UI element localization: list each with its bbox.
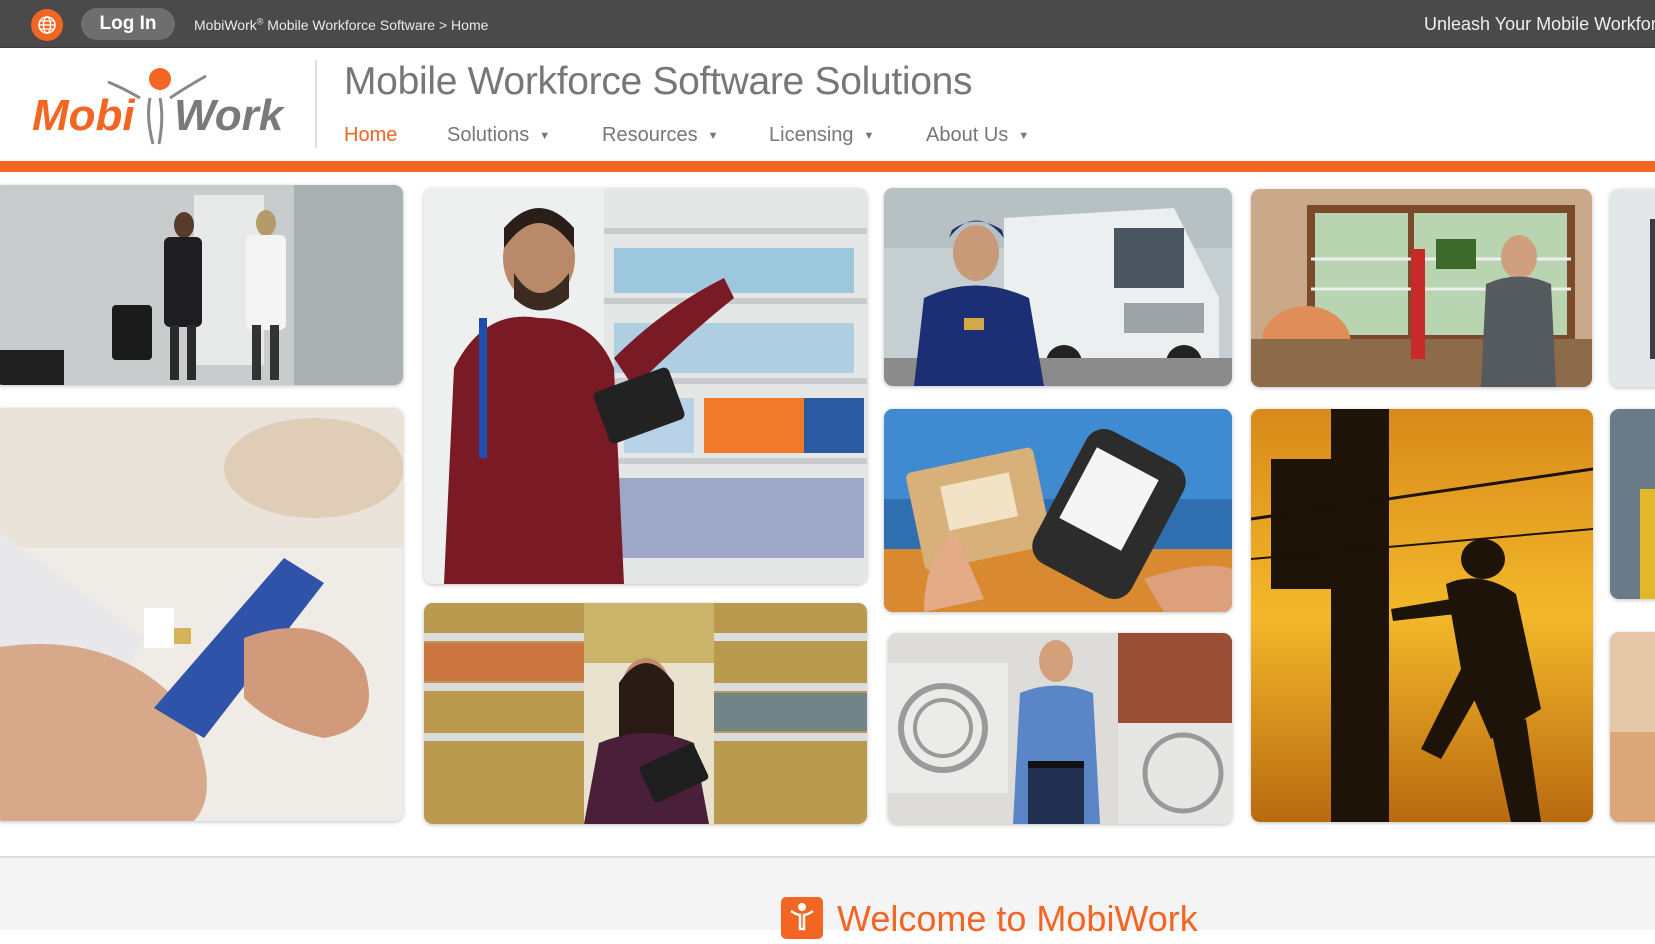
site-header: Mobi Work Mobile Workforce Software Solu… — [0, 48, 1655, 161]
delivery-van-driver-photo[interactable] — [884, 188, 1232, 386]
business-handshake-photo[interactable] — [0, 185, 403, 385]
header-accent-bar — [0, 161, 1655, 172]
login-button[interactable]: Log In — [81, 8, 175, 40]
site-title: Mobile Workforce Software Solutions — [344, 60, 973, 103]
nav-item-licensing[interactable]: Licensing ▼ — [769, 124, 874, 147]
logo-divider — [315, 60, 317, 148]
logo-work-text: Work — [174, 91, 286, 140]
photo-gallery — [0, 172, 1655, 858]
card-payment-photo[interactable] — [0, 408, 403, 821]
top-bar: Log In MobiWork® Mobile Workforce Softwa… — [0, 0, 1655, 48]
breadcrumb: MobiWork® Mobile Workforce Software > Ho… — [194, 16, 488, 33]
tagline: Unleash Your Mobile Workforce — [1424, 14, 1655, 34]
breadcrumb-brand-link[interactable]: MobiWork® Mobile Workforce Software > Ho… — [194, 16, 488, 33]
home-repair-drill-photo[interactable] — [1251, 189, 1592, 387]
retail-shelf-tablet-photo[interactable] — [424, 188, 867, 584]
nav-item-about-us[interactable]: About Us ▼ — [926, 124, 1029, 147]
logo-mobi-text: Mobi — [32, 91, 135, 140]
dropdown-caret-icon: ▼ — [863, 129, 875, 142]
package-scanner-photo[interactable] — [884, 409, 1232, 612]
grocery-aisle-tablet-photo[interactable] — [424, 603, 867, 824]
utility-pole-worker-photo[interactable] — [1251, 409, 1593, 822]
welcome-section: Welcome to MobiWork — [0, 858, 1655, 939]
nav-item-resources[interactable]: Resources ▼ — [602, 124, 719, 147]
dropdown-caret-icon: ▼ — [1018, 129, 1030, 142]
language-globe-button[interactable] — [31, 9, 63, 41]
partial-photo-tile[interactable] — [1610, 189, 1655, 387]
nav-item-home[interactable]: Home — [344, 124, 397, 147]
dropdown-caret-icon: ▼ — [539, 129, 551, 142]
hvac-technician-photo[interactable] — [888, 633, 1232, 824]
globe-icon — [38, 16, 56, 34]
nav-item-solutions[interactable]: Solutions ▼ — [447, 124, 550, 147]
dropdown-caret-icon: ▼ — [707, 129, 719, 142]
welcome-heading: Welcome to MobiWork — [837, 898, 1198, 939]
mobiwork-logo[interactable]: Mobi Work — [28, 58, 293, 150]
partial-photo-tile[interactable] — [1610, 632, 1655, 822]
mobiwork-figure-icon — [781, 897, 823, 939]
partial-photo-tile[interactable] — [1610, 409, 1655, 599]
